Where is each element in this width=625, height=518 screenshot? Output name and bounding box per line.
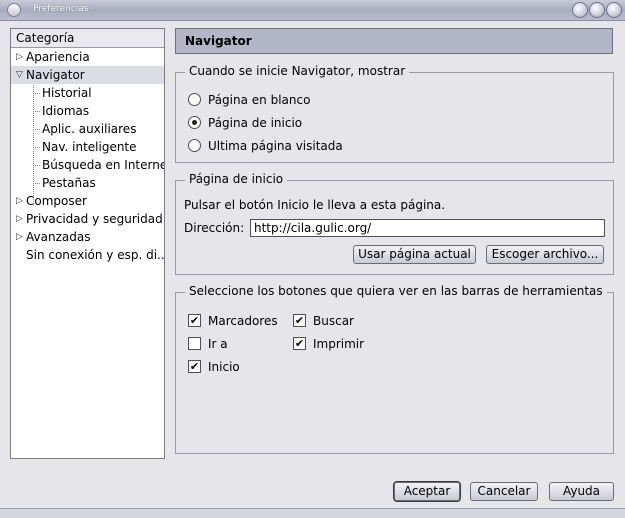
window-title: Preferencias (33, 4, 89, 14)
category-tree[interactable]: Categoría ▷ Apariencia ▽ Navigator Histo… (10, 28, 165, 459)
radio-indicator[interactable] (188, 139, 201, 152)
tree-item-pestanas[interactable]: Pestañas (11, 174, 164, 192)
collapse-arrow-icon[interactable]: ▽ (16, 66, 26, 84)
checkbox-indicator[interactable] (188, 337, 201, 350)
startup-legend: Cuando se inicie Navigator, mostrar (185, 64, 410, 78)
accept-button[interactable]: Aceptar (393, 481, 461, 502)
toolbar-buttons-legend: Seleccione los botones que quiera ver en… (185, 284, 607, 298)
checkbox-indicator[interactable]: ✔ (293, 314, 306, 327)
radio-indicator[interactable] (188, 93, 201, 106)
tree-item-idiomas[interactable]: Idiomas (11, 102, 164, 120)
checkbox-indicator[interactable]: ✔ (188, 360, 201, 373)
checkbox-indicator[interactable]: ✔ (188, 314, 201, 327)
panel-title: Navigator (185, 34, 252, 48)
checkbox-indicator[interactable]: ✔ (293, 337, 306, 350)
choose-file-button[interactable]: Escoger archivo... (486, 245, 604, 264)
expand-arrow-icon[interactable]: ▷ (16, 48, 26, 66)
maximize-button[interactable] (589, 2, 605, 18)
toolbar-buttons-group: Seleccione los botones que quiera ver en… (175, 284, 614, 454)
tree-item-privacidad[interactable]: ▷ Privacidad y seguridad (11, 210, 164, 228)
minimize-button[interactable] (572, 2, 588, 18)
startup-group: Cuando se inicie Navigator, mostrar Pági… (175, 64, 614, 163)
tree-item-nav-inteligente[interactable]: Nav. inteligente (11, 138, 164, 156)
help-button[interactable]: Ayuda (549, 482, 614, 501)
homepage-legend: Página de inicio (185, 172, 288, 186)
panel-header: Navigator (175, 28, 613, 54)
title-bar[interactable]: Preferencias (0, 0, 625, 21)
address-label: Dirección: (184, 221, 245, 235)
expand-arrow-icon[interactable]: ▷ (16, 228, 26, 246)
cancel-button[interactable]: Cancelar (470, 482, 538, 501)
close-button[interactable] (606, 2, 622, 18)
tree-item-apariencia[interactable]: ▷ Apariencia (11, 48, 164, 66)
expand-arrow-icon[interactable]: ▷ (16, 192, 26, 210)
tree-column-header[interactable]: Categoría (11, 29, 164, 48)
expand-arrow-icon[interactable]: ▷ (16, 210, 26, 228)
use-current-page-button[interactable]: Usar página actual (353, 245, 476, 264)
tree-item-historial[interactable]: Historial (11, 84, 164, 102)
tree-item-aplic-auxiliares[interactable]: Aplic. auxiliares (11, 120, 164, 138)
window-menu-icon[interactable] (7, 3, 21, 17)
tree-item-composer[interactable]: ▷ Composer (11, 192, 164, 210)
homepage-address-input[interactable] (250, 219, 605, 237)
radio-indicator[interactable] (188, 116, 201, 129)
homepage-description: Pulsar el botón Inicio le lleva a esta p… (184, 198, 446, 212)
tree-item-navigator[interactable]: ▽ Navigator (11, 66, 164, 84)
tree-item-avanzadas[interactable]: ▷ Avanzadas (11, 228, 164, 246)
tree-item-busqueda-internet[interactable]: Búsqueda en Internet (11, 156, 164, 174)
tree-item-sin-conexion[interactable]: Sin conexión y esp. di... (11, 246, 164, 264)
